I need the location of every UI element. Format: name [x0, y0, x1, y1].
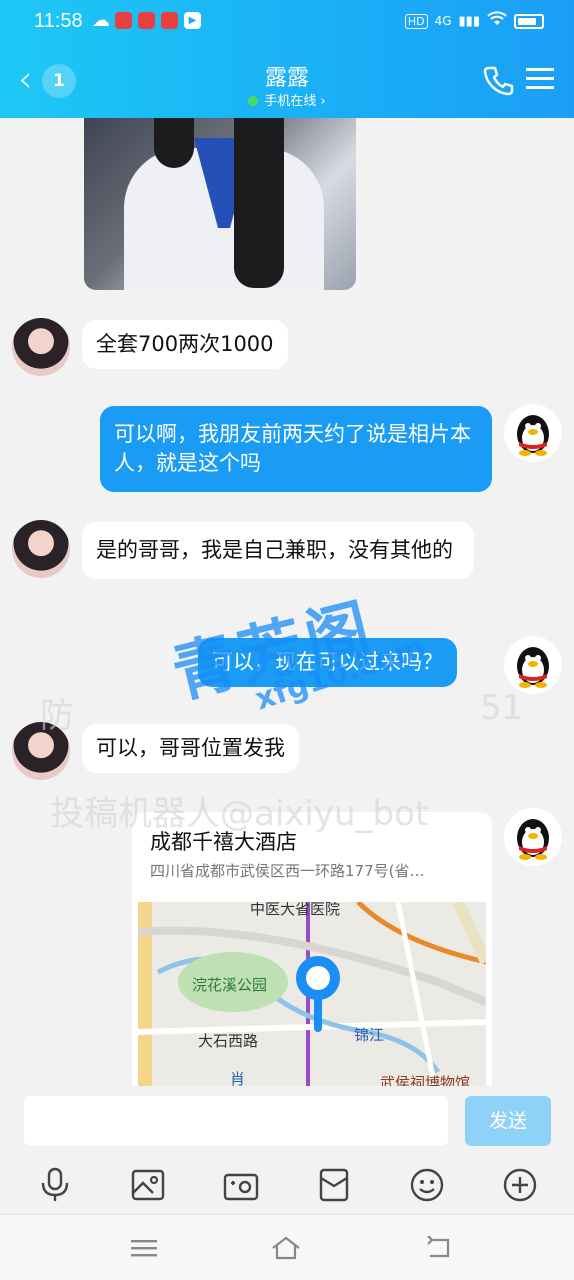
app-notification-icon: [138, 12, 155, 29]
status-right-icons: HD 4G ▮▮▮: [404, 11, 544, 31]
menu-icon[interactable]: [526, 66, 554, 96]
location-address: 四川省成都市武侯区西一环路177号(省…: [150, 862, 425, 880]
status-app-icons: ☁ ▶: [92, 10, 201, 31]
play-icon: ▶: [184, 12, 201, 29]
location-card[interactable]: 成都千禧大酒店 四川省成都市武侯区西一环路177号(省… 中医大省医院 浣花溪公…: [132, 812, 492, 1086]
penguin-icon: [517, 415, 549, 456]
microphone-icon[interactable]: [31, 1161, 79, 1209]
contact-avatar[interactable]: [12, 520, 70, 578]
network-icon: 4G: [434, 14, 452, 28]
camera-icon[interactable]: [217, 1161, 265, 1209]
send-button[interactable]: 发送: [465, 1096, 551, 1146]
app-notification-icon: [115, 12, 132, 29]
home-icon[interactable]: [266, 1233, 306, 1263]
chat-header: 11:58 ☁ ▶ HD 4G ▮▮▮ ‹ 1 露露 手机在线 ›: [0, 0, 574, 118]
message-bubble-incoming[interactable]: 可以，哥哥位置发我: [82, 724, 299, 773]
phone-icon[interactable]: [482, 64, 514, 100]
map-label-river: 锦江: [354, 1026, 385, 1044]
map-label-hospital: 中医大省医院: [250, 902, 341, 918]
penguin-icon: [517, 647, 549, 688]
watermark-text: 51: [480, 688, 524, 728]
plus-icon[interactable]: [496, 1161, 544, 1209]
location-map[interactable]: 中医大省医院 浣花溪公园 大石西路 锦江 武侯祠博物馆 肖: [138, 902, 486, 1086]
map-label-park: 浣花溪公园: [192, 976, 268, 994]
hd-icon: HD: [404, 13, 428, 29]
photo-message[interactable]: [84, 118, 356, 290]
map-label-road: 大石西路: [198, 1032, 259, 1050]
photo-hair: [234, 118, 284, 288]
message-bubble-incoming[interactable]: 全套700两次1000: [82, 320, 288, 369]
location-title: 成都千禧大酒店: [150, 830, 297, 854]
my-avatar[interactable]: [504, 808, 562, 866]
emoji-icon[interactable]: [403, 1161, 451, 1209]
map-label-partial: 肖: [230, 1070, 246, 1086]
contact-avatar[interactable]: [12, 318, 70, 376]
location-pin-stem: [314, 998, 322, 1032]
message-bubble-outgoing[interactable]: 可以啊，我朋友前两天约了说是相片本人，就是这个吗: [100, 406, 492, 492]
cloud-icon: ☁: [92, 10, 110, 31]
penguin-icon: [517, 819, 549, 860]
message-input[interactable]: [24, 1096, 448, 1146]
status-time: 11:58: [34, 10, 83, 32]
app-notification-icon: [161, 12, 178, 29]
my-avatar[interactable]: [504, 404, 562, 462]
photo-hair-left: [154, 118, 194, 168]
battery-icon: [514, 13, 544, 29]
image-icon[interactable]: [124, 1161, 172, 1209]
online-status-text: 手机在线 ›: [264, 94, 326, 109]
map-label-museum: 武侯祠博物馆: [380, 1074, 471, 1086]
signal-icon: ▮▮▮: [458, 13, 480, 29]
back-nav-icon[interactable]: [418, 1233, 458, 1263]
recents-icon[interactable]: [124, 1233, 164, 1263]
my-avatar[interactable]: [504, 636, 562, 694]
red-packet-icon[interactable]: [310, 1161, 358, 1209]
location-pin-icon: [296, 956, 340, 1000]
message-list[interactable]: 全套700两次1000 可以啊，我朋友前两天约了说是相片本人，就是这个吗 是的哥…: [0, 118, 574, 1086]
online-dot-icon: [248, 96, 259, 106]
wifi-icon: [487, 11, 507, 31]
system-navigation-bar: [0, 1214, 574, 1280]
input-toolbar: [0, 1156, 574, 1214]
composer: 发送: [0, 1086, 574, 1156]
contact-avatar[interactable]: [12, 722, 70, 780]
message-bubble-incoming[interactable]: 是的哥哥，我是自己兼职，没有其他的: [82, 522, 474, 579]
message-bubble-outgoing[interactable]: 可以，现在可以过来吗？: [198, 638, 457, 687]
status-bar: 11:58 ☁ ▶ HD 4G ▮▮▮: [0, 0, 574, 44]
